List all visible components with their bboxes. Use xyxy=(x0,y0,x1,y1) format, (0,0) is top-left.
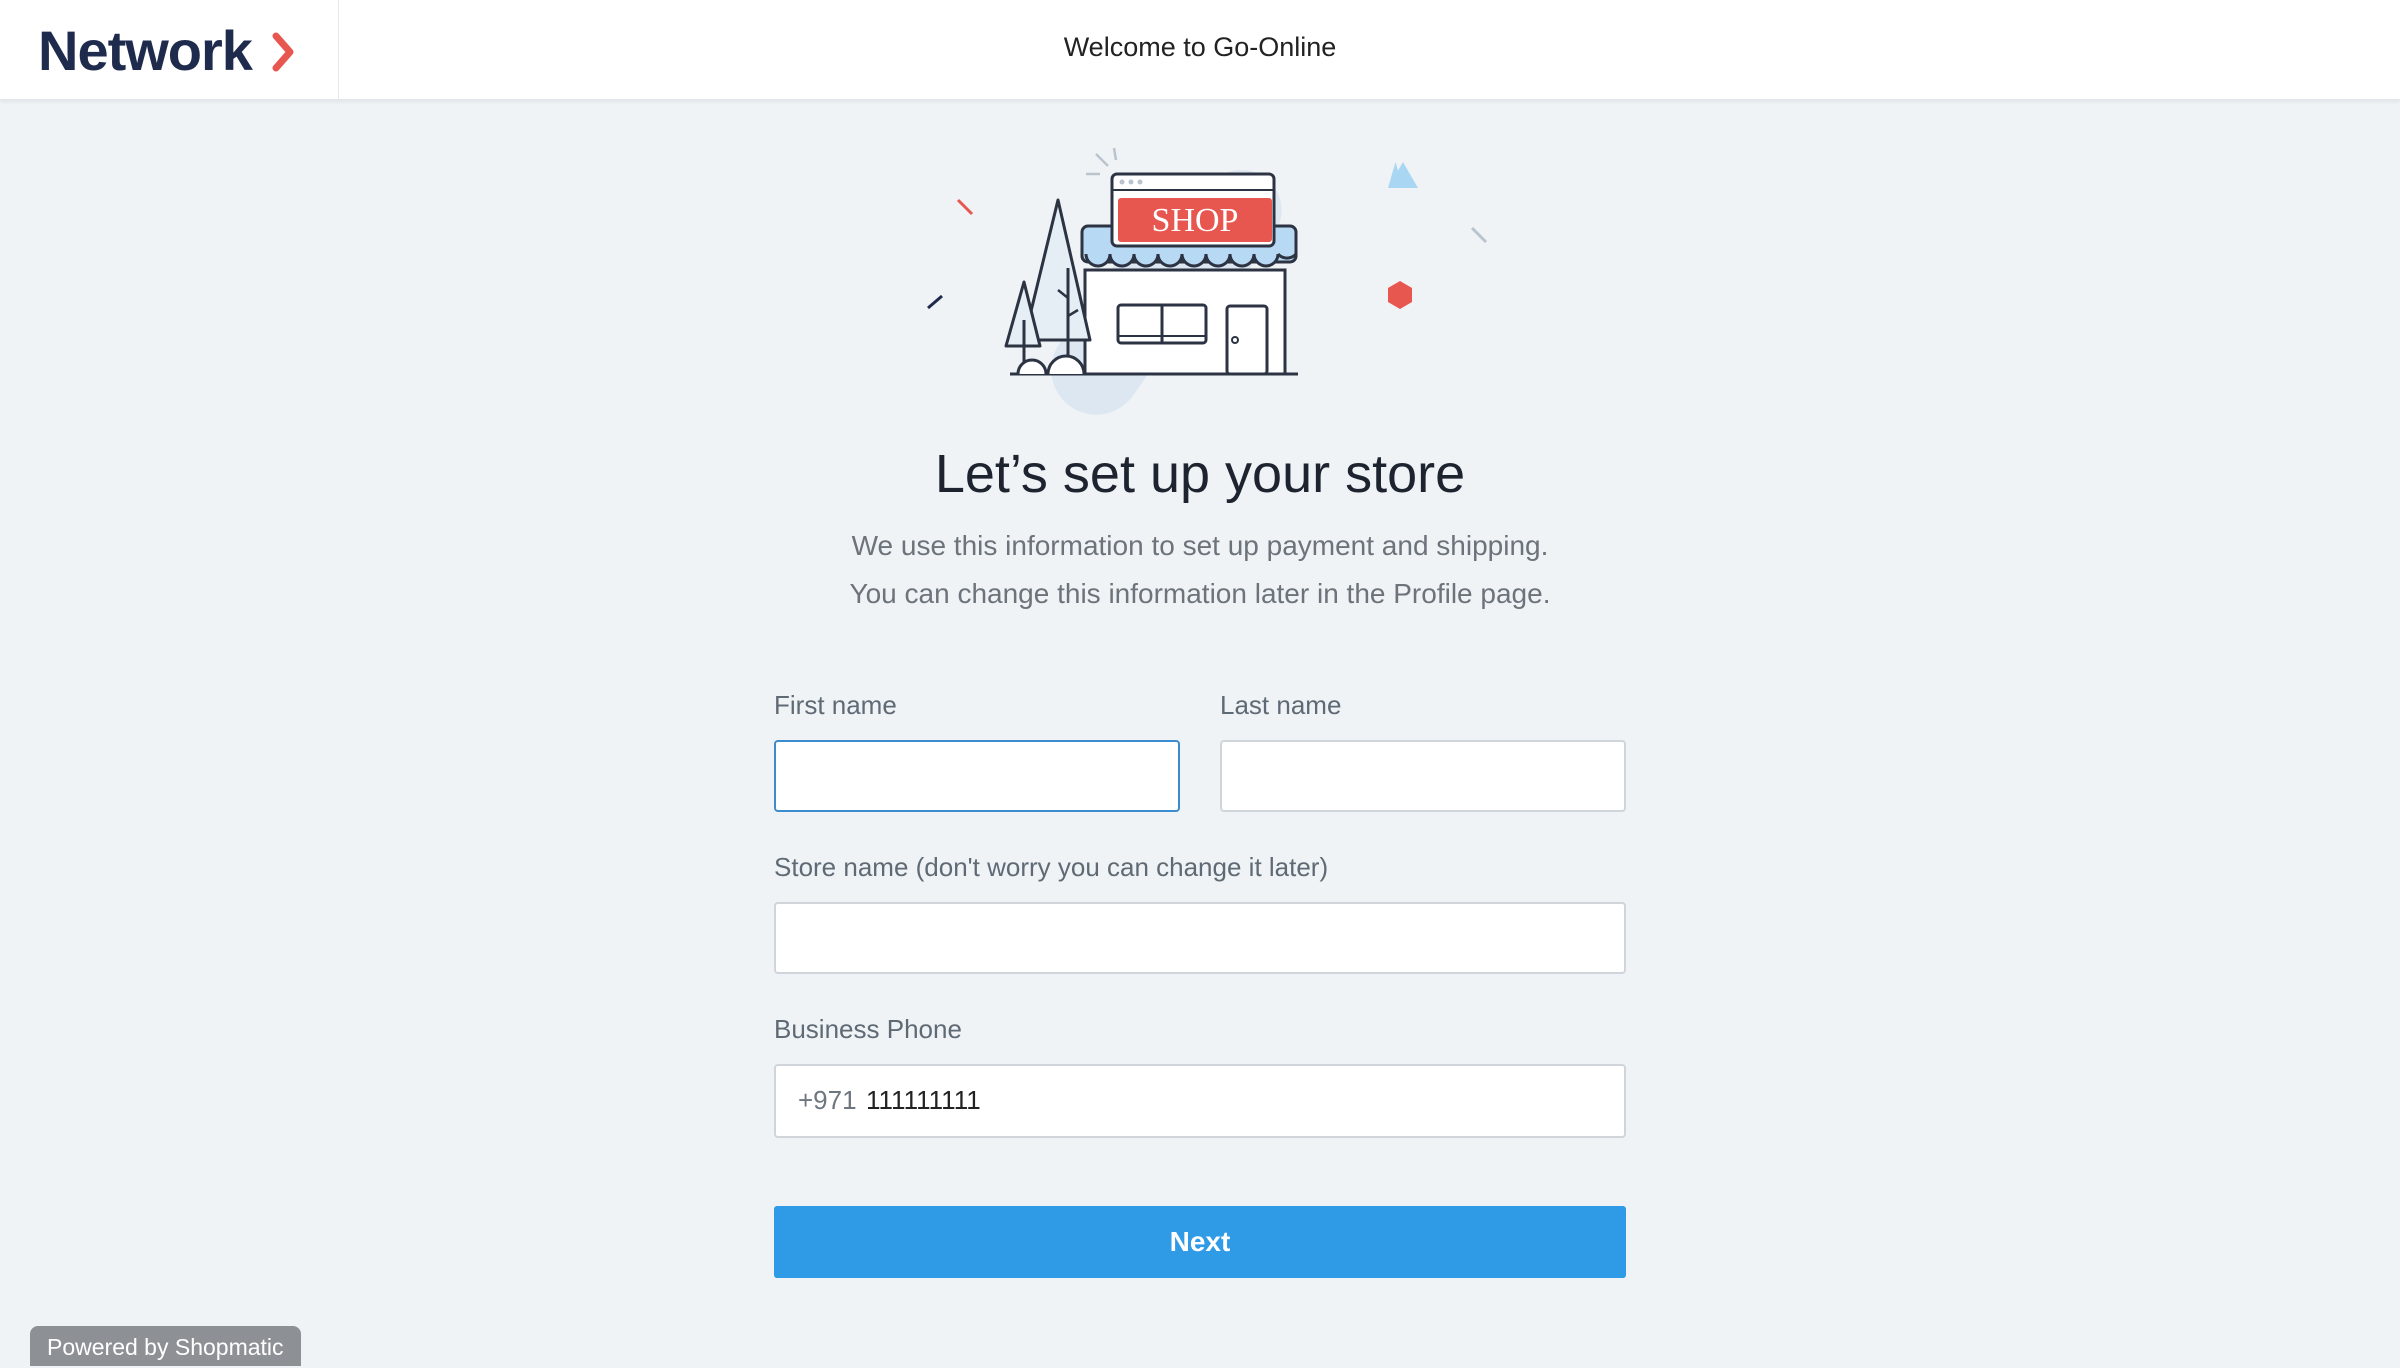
brand-logo[interactable]: Network xyxy=(38,18,253,83)
phone-number-input[interactable]: 111111111 xyxy=(866,1066,981,1134)
shop-illustration: SHOP xyxy=(927,147,1488,415)
last-name-label: Last name xyxy=(1220,690,1342,720)
last-name-input[interactable] xyxy=(1222,742,1624,810)
store-name-field[interactable] xyxy=(774,902,1626,974)
store-name-input[interactable] xyxy=(776,904,1624,972)
first-name-input[interactable] xyxy=(776,742,1178,810)
powered-by-badge[interactable]: Powered by Shopmatic xyxy=(30,1326,301,1366)
page-title: Let’s set up your store xyxy=(934,444,1466,504)
welcome-title: Welcome to Go-Online xyxy=(338,32,2400,63)
welcome-text: Welcome to Go-Online xyxy=(1063,32,1337,62)
first-name-label: First name xyxy=(774,690,897,720)
last-name-field[interactable] xyxy=(1220,740,1626,812)
business-phone-field[interactable]: +971 111111111 xyxy=(774,1064,1626,1138)
subtitle-line-1: We use this information to set up paymen… xyxy=(851,530,1549,561)
phone-country-code: +971 xyxy=(798,1085,857,1115)
business-phone-label: Business Phone xyxy=(774,1014,962,1044)
next-button[interactable]: Next xyxy=(774,1206,1626,1278)
top-bar: Network Welcome to Go-Online xyxy=(0,0,2400,100)
chevron-right-icon xyxy=(272,32,294,72)
subtitle-line-2: You can change this information later in… xyxy=(849,578,1551,609)
first-name-field[interactable] xyxy=(774,740,1180,812)
logo-area[interactable]: Network xyxy=(0,0,339,99)
store-name-label: Store name (don't worry you can change i… xyxy=(774,852,1329,882)
shop-sign-text: SHOP xyxy=(1152,202,1239,239)
